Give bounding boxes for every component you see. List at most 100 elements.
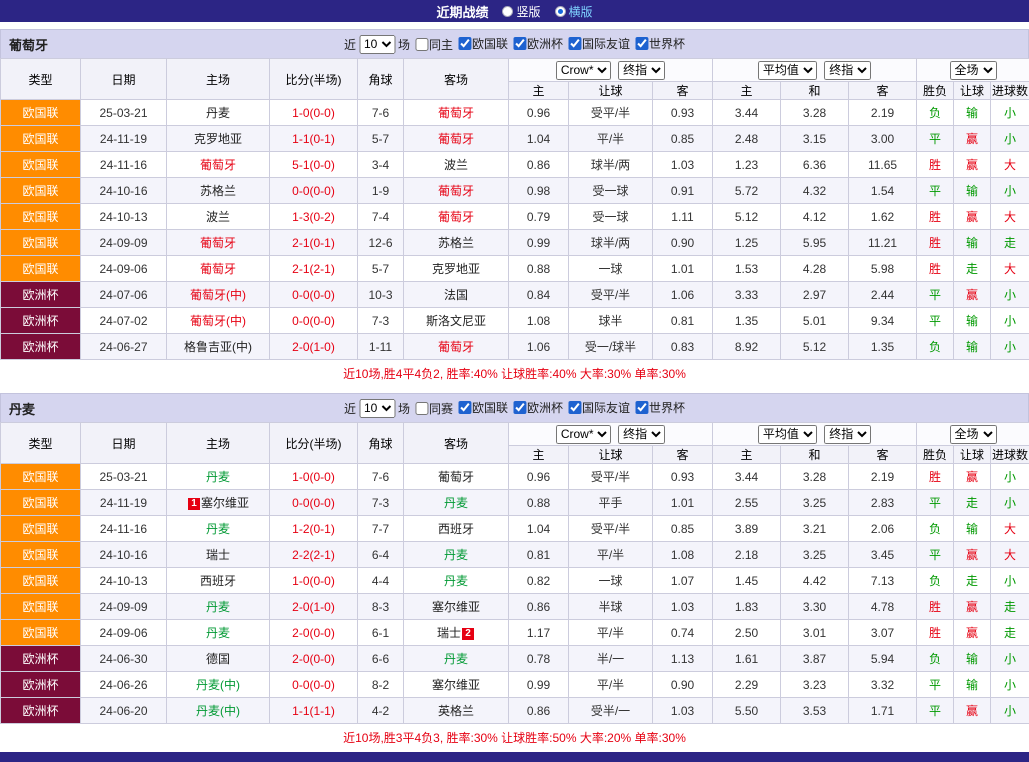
league-checkbox[interactable] (635, 37, 648, 50)
team-name: 葡萄牙 (438, 184, 474, 198)
results-table: 类型 日期 主场 比分(半场) 角球 客场 Crow* 终指 平均值 终指 (0, 58, 1029, 360)
league-checkbox[interactable] (458, 401, 471, 414)
europe-away-odds: 1.54 (849, 178, 917, 204)
corner-score: 4-2 (358, 698, 404, 724)
corner-score: 10-3 (358, 282, 404, 308)
asia-home-odds: 1.17 (509, 620, 569, 646)
league-filter[interactable]: 国际友谊 (568, 35, 630, 52)
bookmaker-select[interactable]: Crow* (556, 425, 611, 444)
europe-home-odds: 5.50 (713, 698, 781, 724)
corner-score: 7-4 (358, 204, 404, 230)
league-filter[interactable]: 国际友谊 (568, 399, 630, 416)
result-handicap: 赢 (954, 282, 991, 308)
same-condition-checkbox[interactable] (415, 38, 428, 51)
match-row: 欧国联24-09-06葡萄牙2-1(2-1)5-7克罗地亚0.88一球1.011… (1, 256, 1029, 282)
league-checkbox[interactable] (568, 401, 581, 414)
league-filter[interactable]: 欧国联 (458, 399, 508, 416)
horizontal-layout-option[interactable]: 横版 (555, 3, 593, 20)
corner-score: 7-7 (358, 516, 404, 542)
team-name: 苏格兰 (200, 184, 236, 198)
asia-away-odds: 0.83 (653, 334, 713, 360)
away-team: 丹麦 (404, 490, 509, 516)
league-filter[interactable]: 欧洲杯 (513, 399, 563, 416)
match-count-select[interactable]: 10 (359, 35, 395, 54)
result-handicap: 走 (954, 568, 991, 594)
team-name: 葡萄牙 (438, 210, 474, 224)
asia-home-odds: 0.78 (509, 646, 569, 672)
europe-draw-odds: 2.97 (781, 282, 849, 308)
away-team: 丹麦 (404, 542, 509, 568)
section-team-name: 葡萄牙 (9, 35, 48, 54)
scope-select[interactable]: 全场 (950, 425, 997, 444)
same-condition-filter[interactable]: 同赛 (415, 400, 453, 417)
asia-home-odds: 0.81 (509, 542, 569, 568)
result-goals: 大 (991, 516, 1029, 542)
europe-odds-time-select[interactable]: 终指 (824, 425, 871, 444)
team-name: 葡萄牙 (438, 340, 474, 354)
asia-away-odds: 0.93 (653, 100, 713, 126)
same-condition-checkbox[interactable] (415, 402, 428, 415)
away-team: 丹麦 (404, 646, 509, 672)
scope-select[interactable]: 全场 (950, 61, 997, 80)
match-count-select[interactable]: 10 (359, 399, 395, 418)
europe-odds-time-select[interactable]: 终指 (824, 61, 871, 80)
asia-away-odds: 0.81 (653, 308, 713, 334)
match-date: 24-11-19 (81, 126, 167, 152)
league-checkbox[interactable] (568, 37, 581, 50)
europe-draw-odds: 3.87 (781, 646, 849, 672)
league-checkbox[interactable] (635, 401, 648, 414)
result-outcome: 平 (917, 698, 954, 724)
match-date: 24-10-16 (81, 178, 167, 204)
result-handicap: 走 (954, 490, 991, 516)
match-row: 欧洲杯24-06-30德国2-0(0-0)6-6丹麦0.78半/一1.131.6… (1, 646, 1029, 672)
league-filter[interactable]: 欧洲杯 (513, 35, 563, 52)
europe-draw-odds: 5.12 (781, 334, 849, 360)
near-label: 近 (344, 36, 356, 53)
asia-odds-time-select[interactable]: 终指 (618, 425, 665, 444)
asia-odds-time-select[interactable]: 终指 (618, 61, 665, 80)
asia-home-odds: 0.96 (509, 100, 569, 126)
league-filter[interactable]: 世界杯 (635, 399, 685, 416)
result-goals: 小 (991, 464, 1029, 490)
europe-draw-odds: 3.21 (781, 516, 849, 542)
match-score: 0-0(0-0) (270, 672, 358, 698)
europe-average-select[interactable]: 平均值 (758, 425, 817, 444)
europe-home-odds: 1.53 (713, 256, 781, 282)
team-name: 英格兰 (438, 704, 474, 718)
team-name: 丹麦 (444, 574, 468, 588)
col-header-type: 类型 (1, 423, 81, 464)
europe-draw-odds: 5.95 (781, 230, 849, 256)
bookmaker-select[interactable]: Crow* (556, 61, 611, 80)
result-outcome: 平 (917, 672, 954, 698)
europe-draw-odds: 4.42 (781, 568, 849, 594)
europe-home-odds: 2.29 (713, 672, 781, 698)
corner-score: 6-6 (358, 646, 404, 672)
result-handicap: 赢 (954, 620, 991, 646)
match-row: 欧国联25-03-21丹麦1-0(0-0)7-6葡萄牙0.96受平/半0.933… (1, 100, 1029, 126)
home-team: 丹麦(中) (167, 698, 270, 724)
league-filter[interactable]: 世界杯 (635, 35, 685, 52)
same-condition-filter[interactable]: 同主 (415, 36, 453, 53)
result-handicap: 赢 (954, 542, 991, 568)
result-outcome: 负 (917, 516, 954, 542)
league-checkbox[interactable] (458, 37, 471, 50)
col-header-result: 胜负 (917, 82, 954, 100)
away-team: 塞尔维亚 (404, 672, 509, 698)
asia-handicap: 一球 (569, 256, 653, 282)
asia-handicap: 受一球 (569, 204, 653, 230)
europe-average-select[interactable]: 平均值 (758, 61, 817, 80)
europe-away-odds: 2.19 (849, 464, 917, 490)
corner-score: 6-1 (358, 620, 404, 646)
result-handicap: 走 (954, 256, 991, 282)
team-name: 塞尔维亚 (432, 600, 480, 614)
league-filter[interactable]: 欧国联 (458, 35, 508, 52)
near-label: 近 (344, 400, 356, 417)
vertical-layout-option[interactable]: 竖版 (502, 3, 540, 20)
team-name: 丹麦 (206, 600, 230, 614)
league-checkbox[interactable] (513, 401, 526, 414)
europe-home-odds: 3.33 (713, 282, 781, 308)
col-header-europe-home: 主 (713, 446, 781, 464)
home-team: 瑞士 (167, 542, 270, 568)
league-checkbox[interactable] (513, 37, 526, 50)
corner-score: 3-4 (358, 152, 404, 178)
